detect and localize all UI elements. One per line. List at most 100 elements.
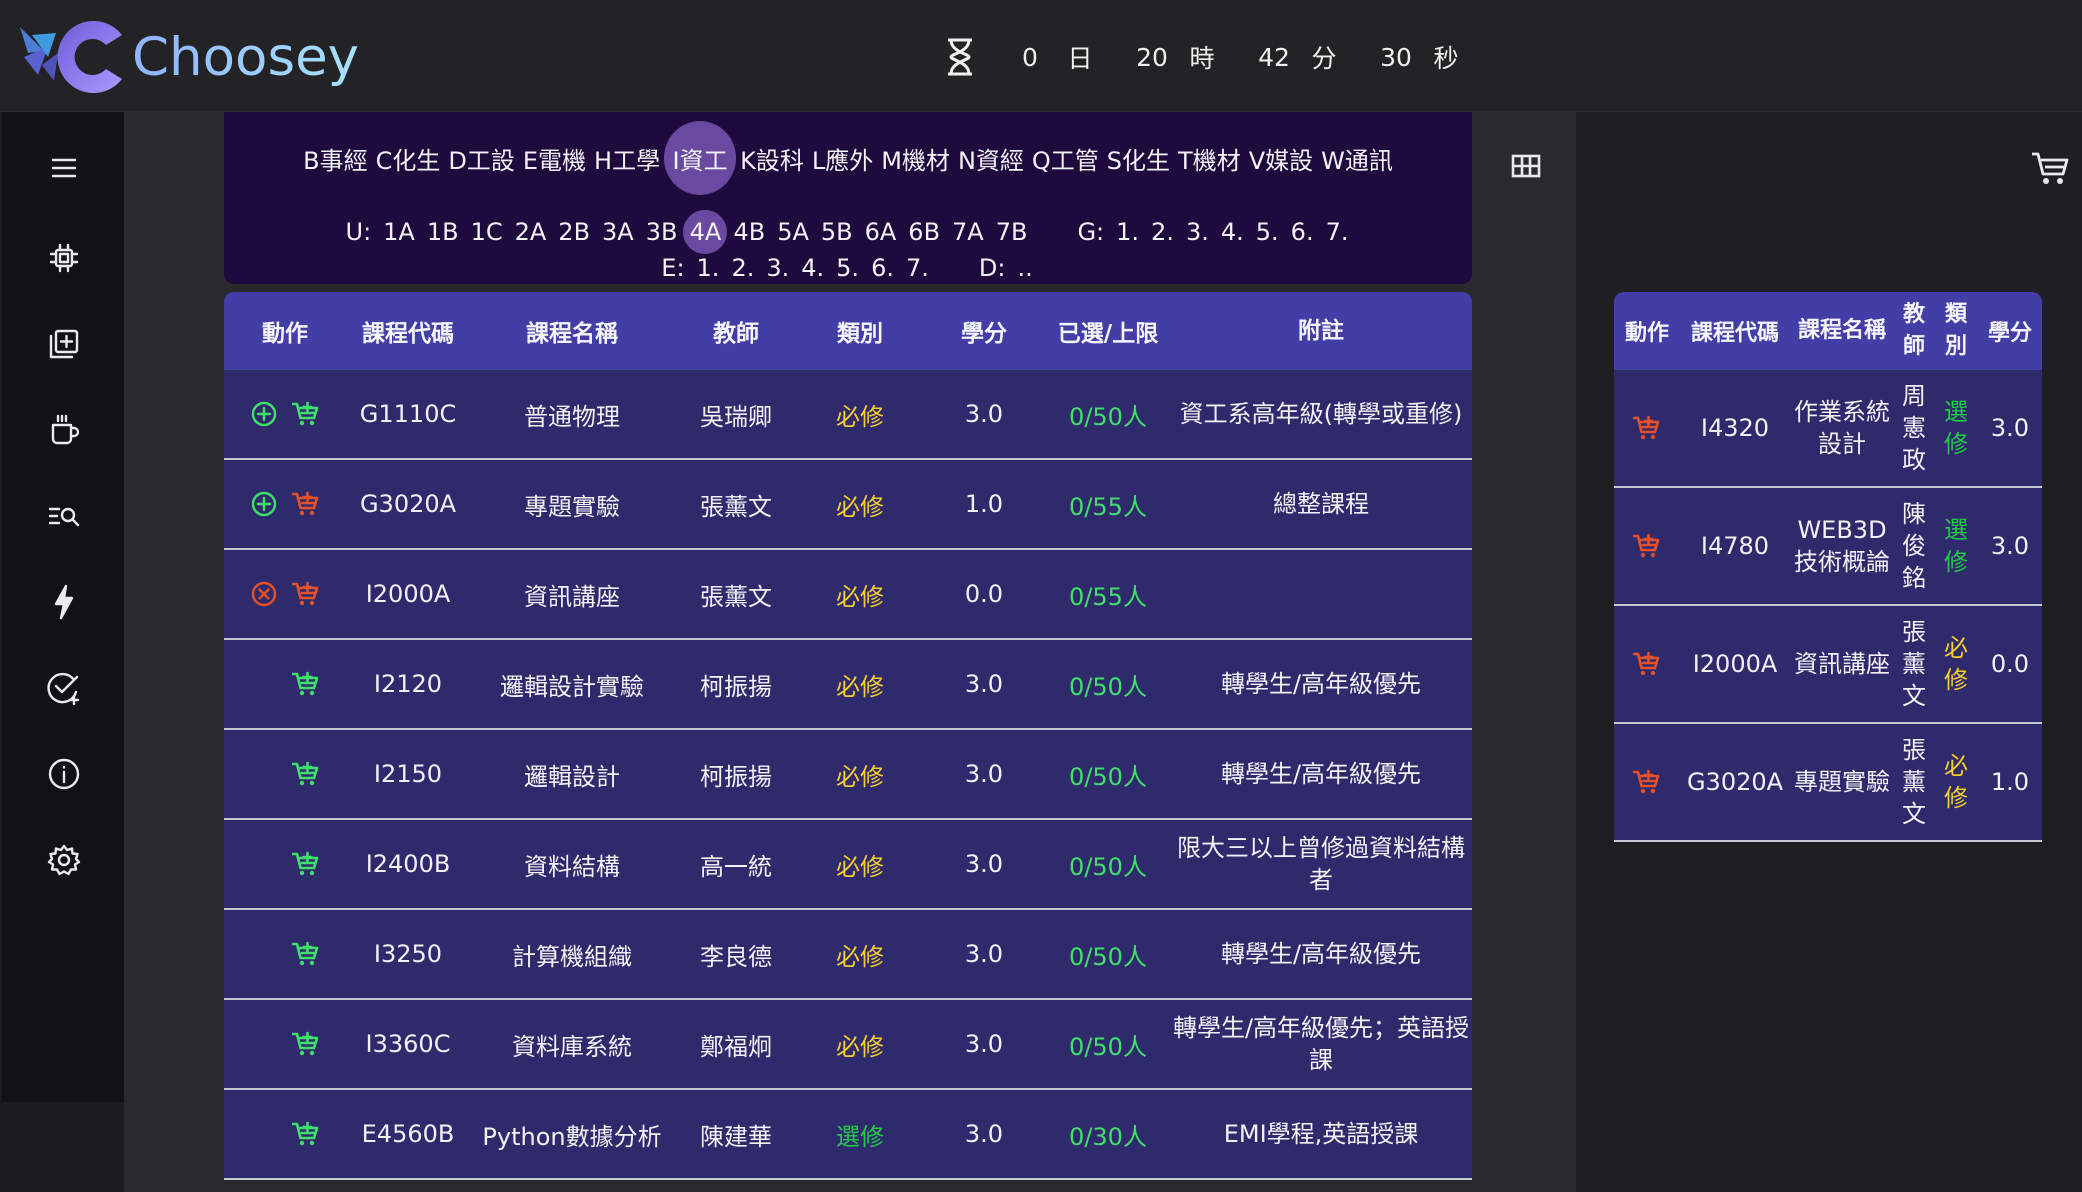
course-teacher: 吳瑞卿 [700,402,772,431]
cart-course-type: 選修 [1944,516,1968,576]
menu-icon[interactable] [42,146,86,190]
department-option[interactable]: W通訊 [1317,128,1397,188]
grade-option-e[interactable]: 2. [725,252,760,284]
search-list-icon[interactable] [42,494,86,538]
sidebar [2,112,124,1102]
grade-option-g[interactable]: 3. [1180,212,1215,252]
add-circle-icon[interactable] [250,490,278,518]
grade-option-u[interactable]: 2B [552,212,596,252]
grade-option-e[interactable]: 6. [865,252,900,284]
department-option[interactable]: M機材 [877,128,954,188]
department-option[interactable]: C化生 [372,128,445,188]
add-circle-icon[interactable] [250,400,278,428]
grade-option-g[interactable]: 7. [1320,212,1355,252]
cart-course-name: 專題實驗 [1794,768,1890,796]
grade-option-u[interactable]: 5A [771,212,815,252]
cart-icon[interactable] [2030,148,2072,188]
remove-circle-icon[interactable] [250,580,278,608]
department-option[interactable]: Q工管 [1028,128,1103,188]
cart-course-credit: 0.0 [1990,650,2030,678]
add-to-cart-icon[interactable] [292,760,320,788]
grade-option-u[interactable]: 1A [377,212,421,252]
course-table-body: G1110C 普通物理 吳瑞卿 必修 3.0 0/50人 資工系高年級(轉學或重修) G302… [224,370,1472,1180]
course-teacher: 陳建華 [700,1122,772,1151]
department-option[interactable]: T機材 [1174,128,1245,188]
chip-icon[interactable] [42,236,86,280]
add-to-cart-icon[interactable] [292,400,320,428]
grade-option-u[interactable]: 5B [815,212,859,252]
header-action: 動作 [262,321,308,347]
grade-option-e[interactable]: 1. [691,252,726,284]
grade-option-e[interactable]: 5. [830,252,865,284]
department-option[interactable]: V媒設 [1245,128,1317,188]
grade-option-g[interactable]: 4. [1215,212,1250,252]
course-teacher: 李良德 [700,942,772,971]
grade-filter-row-1: U: 1A 1B 1C 2A 2B 3A 3B 4A 4B 5A 5B 6A 6B 7A 7B G: 1. 2. 3.… [224,210,1472,254]
grade-option-u[interactable]: 1C [465,212,509,252]
grade-option-u[interactable]: 6A [859,212,903,252]
remove-from-cart-icon[interactable] [1633,650,1661,678]
grade-option-u[interactable]: 1B [421,212,465,252]
department-option[interactable]: I資工 [664,121,737,195]
grade-option-e[interactable]: 3. [760,252,795,284]
department-option[interactable]: D工設 [444,128,518,188]
add-box-icon[interactable] [42,322,86,366]
cart-actions [1614,768,1680,796]
course-code: I2150 [373,760,443,788]
grade-option-u[interactable]: 2A [509,212,553,252]
department-option[interactable]: N資經 [954,128,1028,188]
grade-option-u[interactable]: 3B [640,212,684,252]
add-to-cart-icon[interactable] [292,1120,320,1148]
grade-option-g[interactable]: 5. [1250,212,1285,252]
course-row: I3250 計算機組織 李良德 必修 3.0 0/50人 轉學生/高年級優先 [224,910,1472,1000]
grade-option-e[interactable]: 7. [900,252,935,284]
grade-option-g[interactable]: 2. [1145,212,1180,252]
grade-group-u-label: U: [345,218,372,246]
add-to-cart-icon[interactable] [292,1030,320,1058]
grade-option-u[interactable]: 4A [683,210,728,254]
coffee-icon[interactable] [42,408,86,452]
course-row: G3020A 專題實驗 張薰文 必修 1.0 0/55人 總整課程 [224,460,1472,550]
remove-from-cart-icon[interactable] [1633,532,1661,560]
add-to-cart-icon[interactable] [292,850,320,878]
department-list: B事經 C化生 D工設 E電機 H工學 I資工 K設科 L應外 M機材 N資經 Q工管 S化生 T機材 V… [224,120,1472,196]
grid-view-icon[interactable] [1508,148,1544,184]
hourglass-icon [940,38,980,76]
grade-group-d-label: D: [978,254,1006,282]
course-note: 轉學生/高年級優先；英語授課 [1172,1014,1470,1074]
grade-option-u[interactable]: 7A [946,212,990,252]
department-option[interactable]: L應外 [808,128,877,188]
grade-option-g[interactable]: 1. [1110,212,1145,252]
grade-option-u[interactable]: 6B [902,212,946,252]
remove-from-cart-icon[interactable] [1633,768,1661,796]
add-to-cart-icon[interactable] [292,580,320,608]
grade-option-d[interactable]: .. [1011,252,1038,284]
department-option[interactable]: K設科 [736,128,808,188]
grade-group-e-label: E: [661,254,685,282]
course-name: 專題實驗 [524,492,620,521]
department-option[interactable]: H工學 [590,128,664,188]
department-option[interactable]: B事經 [299,128,371,188]
check-add-icon[interactable] [42,666,86,710]
department-option[interactable]: E電機 [519,128,590,188]
remove-from-cart-icon[interactable] [1633,414,1661,442]
app-logo[interactable]: Choosey [14,14,359,100]
add-to-cart-icon[interactable] [292,490,320,518]
header-type: 類別 [837,321,883,347]
cart-header-name: 課程名稱 [1797,318,1886,343]
info-icon[interactable] [42,752,86,796]
grade-option-u[interactable]: 4B [727,212,771,252]
course-note: 轉學生/高年級優先 [1220,940,1422,968]
grade-option-u[interactable]: 3A [596,212,640,252]
settings-icon[interactable] [42,838,86,882]
department-option[interactable]: S化生 [1103,128,1174,188]
course-row: I2150 邏輯設計 柯振揚 必修 3.0 0/50人 轉學生/高年級優先 [224,730,1472,820]
grade-option-g[interactable]: 6. [1285,212,1320,252]
add-to-cart-icon[interactable] [292,670,320,698]
grade-option-u[interactable]: 7B [990,212,1034,252]
add-to-cart-icon[interactable] [292,940,320,968]
flash-icon[interactable] [42,580,86,624]
grade-option-e[interactable]: 4. [795,252,830,284]
